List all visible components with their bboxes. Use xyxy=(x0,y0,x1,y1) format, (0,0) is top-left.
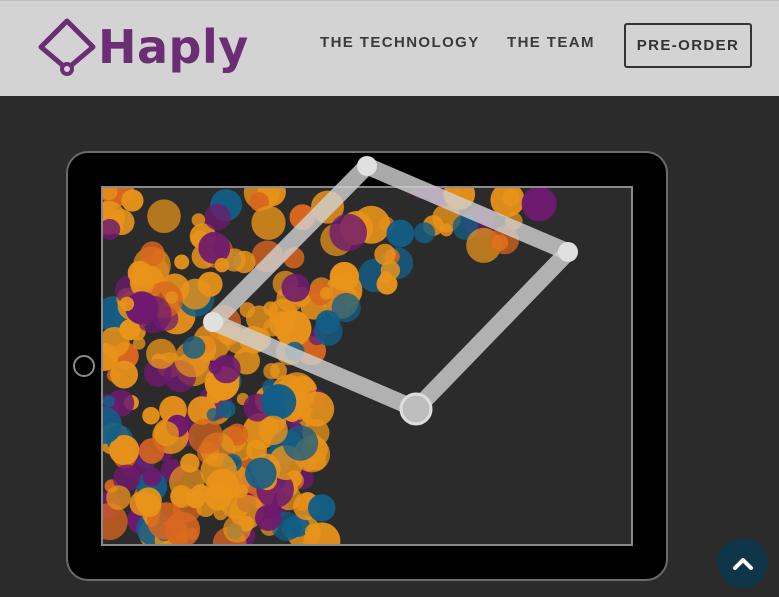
bubble xyxy=(414,222,435,244)
bubble xyxy=(204,203,231,231)
bubble xyxy=(103,395,115,408)
bubble xyxy=(281,273,310,302)
nav-link-team[interactable]: THE TEAM xyxy=(507,34,595,51)
bubble xyxy=(282,425,319,461)
bubble xyxy=(195,497,216,517)
bubble xyxy=(255,504,282,531)
bubble xyxy=(490,225,519,255)
bubble xyxy=(200,452,237,490)
scroll-to-top-button[interactable] xyxy=(718,538,768,588)
bubble xyxy=(329,213,367,252)
bubble xyxy=(258,415,288,445)
bubble xyxy=(380,260,401,280)
bubble xyxy=(170,486,191,507)
bubble xyxy=(188,418,224,454)
bubble xyxy=(304,523,322,541)
brand-name: Haply xyxy=(98,20,249,74)
bubble xyxy=(214,257,230,273)
bubble xyxy=(142,406,160,425)
bubble xyxy=(106,485,131,510)
bubble xyxy=(262,386,285,409)
bubble xyxy=(165,291,178,304)
bubble xyxy=(299,391,335,427)
bubble xyxy=(329,261,360,292)
bubble xyxy=(142,467,162,487)
bubble xyxy=(283,247,305,269)
bubble xyxy=(521,188,557,222)
bubble xyxy=(313,317,343,346)
bubble xyxy=(127,260,153,286)
diamond-pin-icon xyxy=(38,18,96,76)
site-header: Haply THE TECHNOLOGY THE TEAM PRE-ORDER xyxy=(0,0,779,96)
tablet-home-button xyxy=(73,355,95,377)
chevron-up-icon xyxy=(733,558,753,570)
bubble xyxy=(251,205,286,240)
bubble-field xyxy=(103,188,557,544)
tablet-screen xyxy=(101,186,633,546)
bubble xyxy=(251,240,284,273)
bubble xyxy=(174,254,190,270)
bubble xyxy=(146,338,177,369)
bubble xyxy=(197,271,223,297)
bubble xyxy=(132,337,146,350)
bubble xyxy=(218,400,236,418)
bubble xyxy=(121,189,144,212)
bubble xyxy=(308,494,336,522)
bubble xyxy=(191,213,206,227)
bubble xyxy=(319,287,333,300)
nav-link-technology[interactable]: THE TECHNOLOGY xyxy=(320,34,480,51)
bubble xyxy=(284,341,305,362)
bubble xyxy=(154,421,179,447)
bubble xyxy=(502,188,520,207)
bubble xyxy=(135,487,162,514)
preorder-button[interactable]: PRE-ORDER xyxy=(624,23,752,68)
bubble xyxy=(223,515,251,543)
bubble xyxy=(247,327,271,352)
bubble xyxy=(212,354,241,384)
bubble xyxy=(245,457,277,490)
bubble xyxy=(119,296,135,312)
bubble xyxy=(217,322,241,346)
bubble xyxy=(147,199,181,233)
bubble xyxy=(386,219,415,248)
haply-logo[interactable]: Haply xyxy=(36,17,249,77)
bubble xyxy=(213,506,228,521)
bubble xyxy=(182,336,206,359)
bubble xyxy=(239,302,256,318)
bubble xyxy=(269,311,296,338)
